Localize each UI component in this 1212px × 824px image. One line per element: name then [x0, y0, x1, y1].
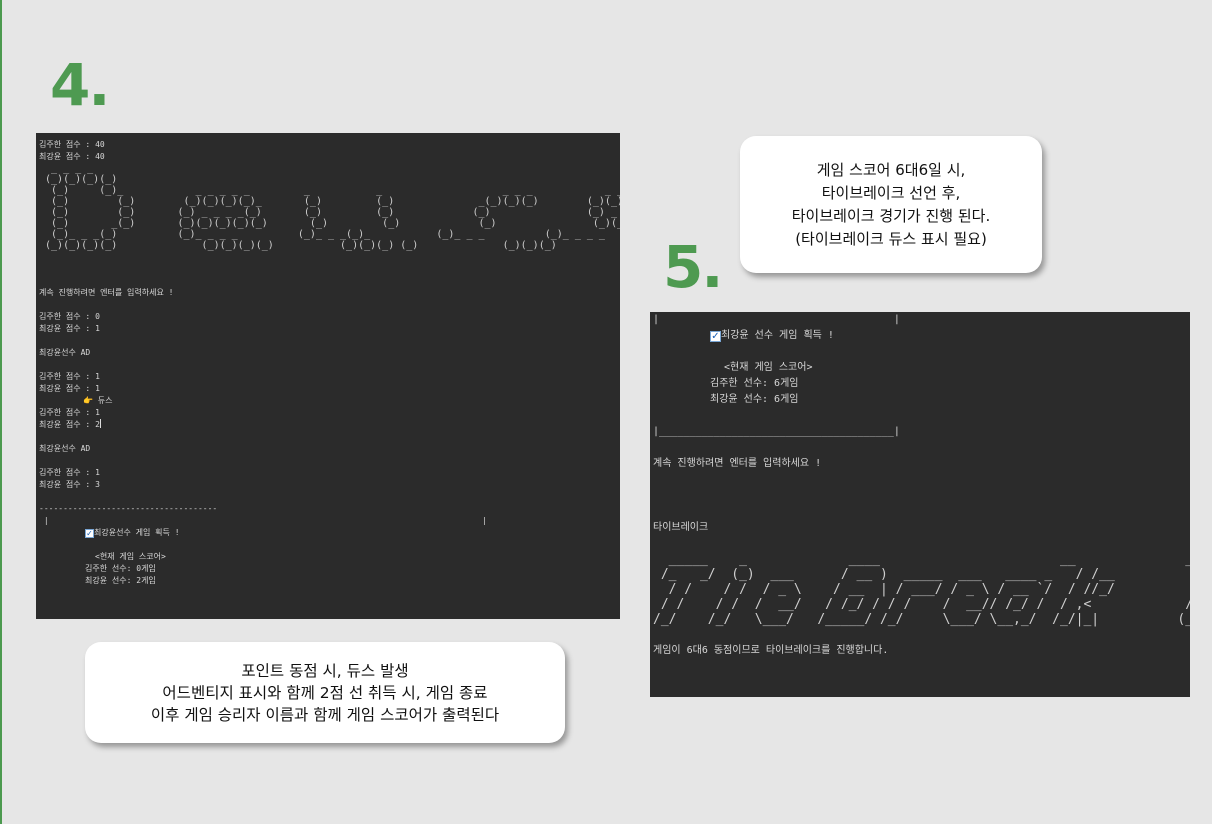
console-line: 최강윤 점수 : 40 — [39, 152, 105, 161]
caption-line: 어드벤티지 표시와 함께 2점 선 취득 시, 게임 종료 — [162, 683, 488, 702]
deuce-label: 👉 듀스 — [83, 396, 113, 405]
checkmark-icon: ✓ — [85, 529, 94, 538]
box-bottom-border: |_______________________________________… — [653, 426, 900, 437]
step-5-caption: 게임 스코어 6대6일 시, 타이브레이크 선언 후, 타이브레이크 경기가 진… — [740, 136, 1042, 273]
score-line: 김주한 점수 : 1 — [39, 408, 100, 417]
step-4-caption: 포인트 동점 시, 듀스 발생 어드벤티지 표시와 함께 2점 선 취득 시, … — [85, 642, 565, 743]
box-top-border: ------------------------------------- — [39, 504, 218, 513]
enter-prompt: 계속 진행하려면 엔터를 입력하세요 ! — [653, 458, 822, 469]
score-text: 최강윤 점수 : 2 — [39, 420, 100, 429]
score-line: 김주한 점수 : 1 — [39, 372, 100, 381]
caption-line: (타이브레이크 듀스 표시 필요) — [795, 229, 987, 248]
current-score-title: <현재 게임 스코어> — [95, 552, 166, 561]
step-5-number: 5. — [663, 233, 723, 301]
score-line-with-cursor: 최강윤 점수 : 2 — [39, 419, 620, 431]
caption-line: 포인트 동점 시, 듀스 발생 — [241, 661, 409, 680]
tiebreak-title: 타이브레이크 — [653, 522, 709, 533]
current-score-line: 김주한 선수: 6게임 — [710, 378, 799, 389]
caption-line: 이후 게임 승리자 이름과 함께 게임 스코어가 출력된다 — [150, 705, 500, 724]
score-line: 최강윤 점수 : 3 — [39, 480, 100, 489]
score-line: 최강윤 점수 : 1 — [39, 324, 100, 333]
console-window-step-4: 김주한 점수 : 40 최강윤 점수 : 40 _ _ _ _ (_)(_)(_… — [36, 133, 620, 619]
box-side-border: | | — [39, 516, 487, 525]
advantage-line: 최강윤선수 AD — [39, 444, 91, 453]
caption-line: 타이브레이크 경기가 진행 된다. — [791, 206, 991, 225]
current-score-line: 최강윤 선수: 6게임 — [710, 394, 799, 405]
game-won-line: ✓최강윤선수 게임 획득 ! — [39, 527, 620, 539]
game-won-line: ✓최강윤 선수 게임 획득 ! — [653, 328, 1190, 344]
box-side-border: | | — [653, 314, 900, 325]
tiebreak-ascii-banner: _____ _ ____ __ __ /_ _/ (_) ___ / __ ) … — [653, 552, 1190, 627]
current-score-line: 최강윤 선수: 2게임 — [85, 576, 156, 585]
score-line: 김주한 점수 : 0 — [39, 312, 100, 321]
enter-prompt: 계속 진행하려면 엔터를 입력하세요 ! — [39, 288, 174, 297]
game-won-text: 최강윤선수 게임 획득 ! — [94, 528, 180, 537]
score-line: 최강윤 점수 : 1 — [39, 384, 100, 393]
text-cursor — [99, 419, 101, 428]
deuce-ascii-banner: _ _ _ _ (_)(_)(_)(_) (_) (_)_ _ _ _ _ _ … — [45, 163, 620, 251]
current-score-title: <현재 게임 스코어> — [724, 362, 813, 373]
current-score-line: 김주한 선수: 0게임 — [85, 564, 156, 573]
caption-line: 타이브레이크 선언 후, — [821, 183, 961, 202]
final-message: 게임이 6대6 동점이므로 타이브레이크를 진행합니다. — [653, 645, 889, 656]
caption-line: 게임 스코어 6대6일 시, — [816, 160, 966, 179]
left-accent-rule — [0, 0, 2, 824]
game-won-text: 최강윤 선수 게임 획득 ! — [721, 330, 834, 341]
step-4-number: 4. — [50, 51, 110, 119]
checkmark-icon: ✓ — [710, 331, 721, 342]
advantage-line: 최강윤선수 AD — [39, 348, 91, 357]
console-window-step-5: | | ✓최강윤 선수 게임 획득 ! <현재 게임 스코어> 김주한 선수: … — [650, 312, 1190, 697]
score-line: 김주한 점수 : 1 — [39, 468, 100, 477]
console-line: 김주한 점수 : 40 — [39, 140, 105, 149]
